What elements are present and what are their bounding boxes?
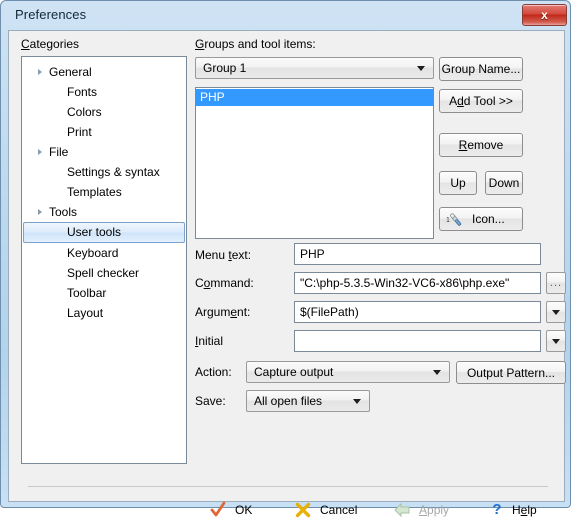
list-item[interactable]: PHP (196, 89, 433, 106)
group-name-button[interactable]: Group Name... (439, 57, 523, 81)
icon-button[interactable]: 1 Icon... (439, 207, 523, 231)
groups-label: Groups and tool items: (195, 37, 316, 51)
output-pattern-button[interactable]: Output Pattern... (456, 361, 566, 384)
checkmark-icon (209, 501, 227, 519)
command-browse-button[interactable]: ... (546, 272, 566, 294)
chevron-down-icon[interactable] (353, 399, 361, 404)
ellipsis-icon: ... (549, 277, 563, 289)
icon-index-number: 1 (446, 217, 450, 224)
expanded-triangle-icon[interactable] (38, 149, 42, 155)
initial-input[interactable] (294, 330, 541, 352)
save-combo-value: All open files (254, 394, 323, 408)
tree-item-label: Tools (49, 205, 78, 219)
icon-button-label: Icon... (472, 212, 505, 226)
tree-item-label: Layout (67, 306, 104, 320)
menu-text-input[interactable]: PHP (294, 243, 541, 265)
group-combo[interactable]: Group 1 (195, 57, 434, 79)
save-combo[interactable]: All open files (246, 390, 370, 412)
left-arrow-icon (393, 501, 411, 519)
preferences-window: Preferences x Categories General Fonts C… (0, 0, 571, 518)
svg-text:?: ? (492, 501, 501, 518)
categories-tree[interactable]: General Fonts Colors Print File Settings… (21, 56, 187, 464)
chevron-down-icon[interactable] (433, 370, 441, 375)
tree-item-label: Keyboard (67, 246, 119, 260)
dialog-client-area: Categories General Fonts Colors Print Fi… (8, 30, 566, 518)
down-button[interactable]: Down (485, 171, 523, 195)
tree-item-label: User tools (67, 225, 122, 239)
tree-item-label: File (49, 145, 69, 159)
argument-dropdown-button[interactable] (546, 301, 566, 323)
tool-items-listbox[interactable]: PHP (195, 87, 434, 239)
expanded-triangle-icon[interactable] (38, 69, 42, 75)
action-combo-value: Capture output (254, 365, 334, 379)
categories-label: Categories (21, 37, 80, 51)
up-button[interactable]: Up (439, 171, 477, 195)
window-title: Preferences (15, 7, 87, 22)
close-button[interactable]: x (522, 4, 567, 26)
tree-item-label: Settings & syntax (67, 165, 160, 179)
tree-item-label: Print (67, 125, 92, 139)
tree-item-label: Templates (67, 185, 122, 199)
action-label: Action: (195, 365, 232, 379)
title-bar: Preferences x (1, 1, 570, 30)
question-mark-icon: ? (488, 500, 506, 518)
chevron-down-icon[interactable] (417, 66, 425, 71)
footer-divider (28, 486, 548, 487)
remove-button[interactable]: Remove (439, 133, 523, 157)
save-label: Save: (195, 394, 226, 408)
chevron-down-icon (552, 339, 560, 344)
add-tool-button[interactable]: Add Tool >> (439, 89, 523, 113)
initial-label: Initial (195, 334, 224, 348)
chevron-down-icon (552, 310, 560, 315)
tree-item-label: Colors (67, 105, 102, 119)
initial-dropdown-button[interactable] (546, 330, 566, 352)
expanded-triangle-icon[interactable] (38, 209, 42, 215)
cancel-label: Cancel (320, 503, 358, 517)
tree-item-label: Toolbar (67, 286, 107, 300)
tree-item-label: Spell checker (67, 266, 140, 280)
tree-item-label: Fonts (67, 85, 98, 99)
group-combo-value: Group 1 (203, 61, 247, 75)
close-icon: x (541, 8, 548, 22)
argument-input[interactable]: $(FilePath) (294, 301, 541, 323)
command-label: Command: (195, 276, 254, 290)
ok-label: OK (235, 503, 253, 517)
cancel-button[interactable]: Cancel (289, 498, 385, 522)
tree-item-label: General (49, 65, 92, 79)
menu-text-label: Menu text: (195, 248, 252, 262)
help-button[interactable]: ? Help (482, 498, 562, 522)
command-input[interactable]: "C:\php-5.3.5-Win32-VC6-x86\php.exe" (294, 272, 541, 294)
cross-icon (294, 501, 312, 519)
argument-label: Argument: (195, 305, 251, 319)
action-combo[interactable]: Capture output (246, 361, 450, 383)
ok-button[interactable]: OK (202, 498, 288, 522)
apply-button: Apply (389, 498, 483, 522)
